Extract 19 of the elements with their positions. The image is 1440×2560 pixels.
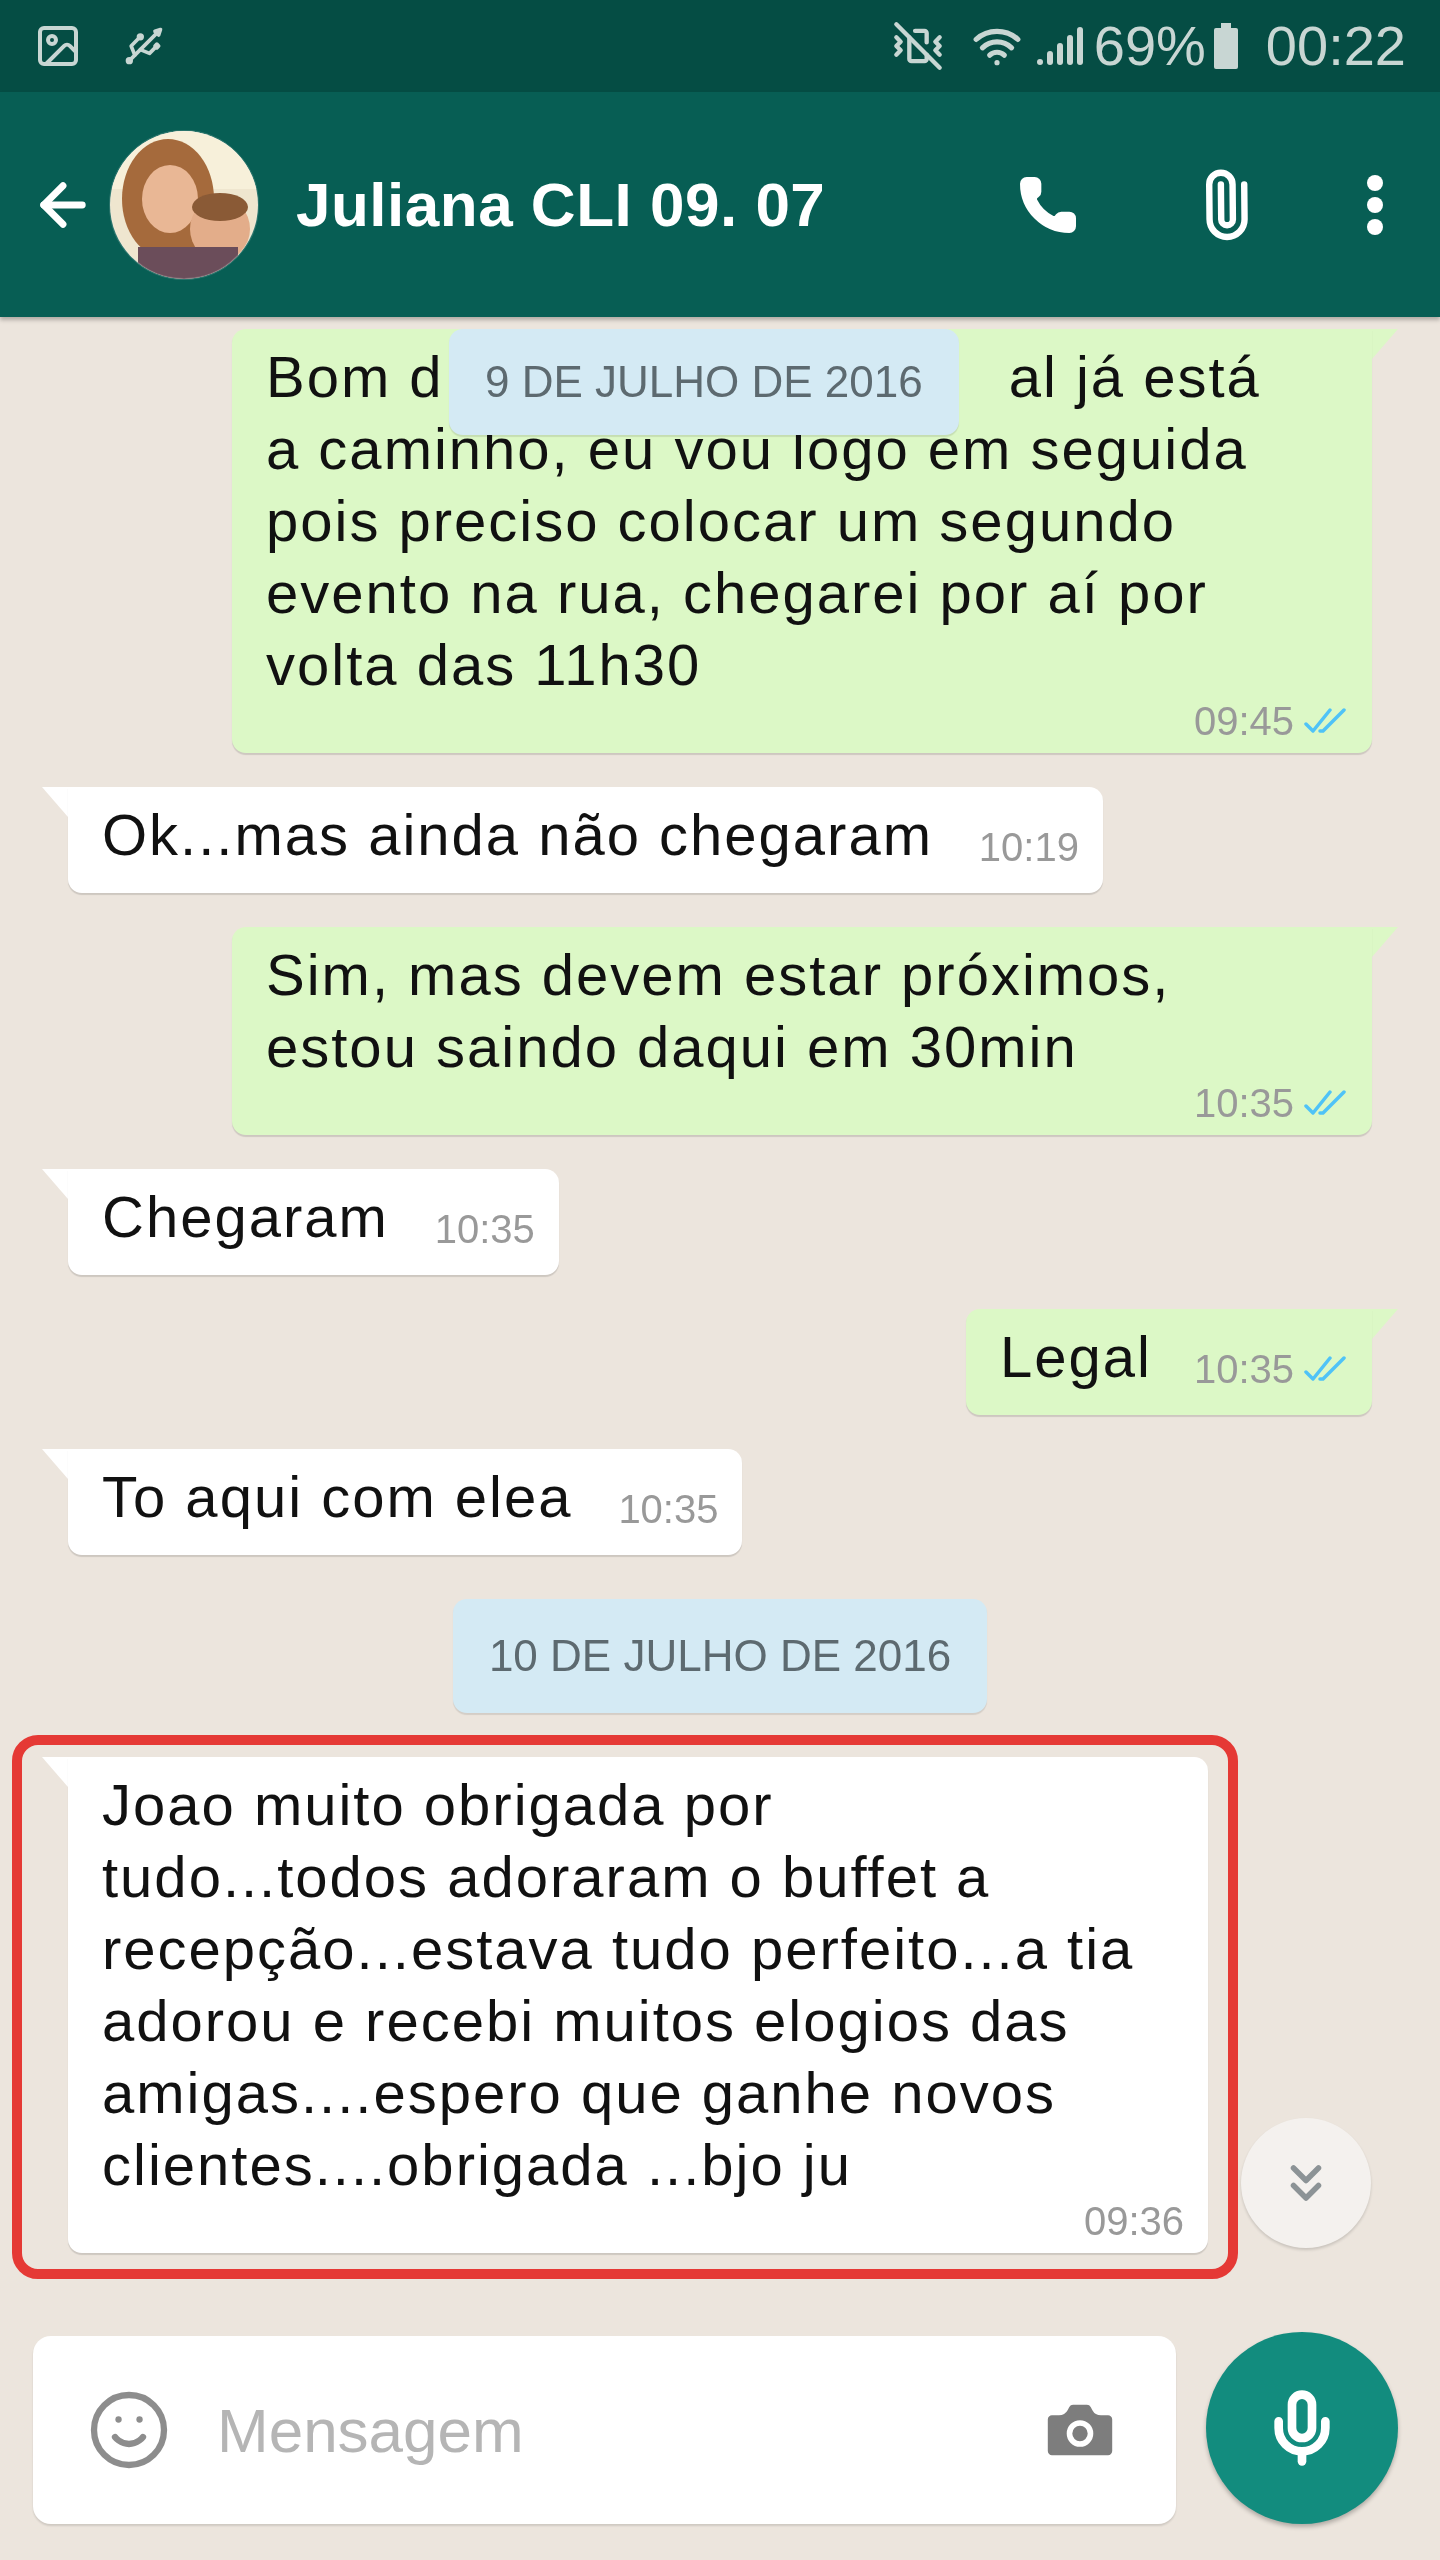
message-time: 10:19 [978, 824, 1079, 871]
message-text: To aqui com elea [102, 1463, 573, 1531]
message-text: Sim, mas devem estar próximos, estou saindo daqui em 30min [266, 941, 1172, 1081]
clock: 00:22 [1265, 13, 1406, 79]
floating-date-toast: 9 DE JULHO DE 2016 [449, 329, 959, 435]
message-time: 09:45 [1193, 698, 1294, 745]
message-text: Bom d [266, 343, 444, 411]
message-time: 10:35 [1193, 1346, 1294, 1393]
message-text: al já está [1008, 343, 1261, 411]
message-time: 10:35 [434, 1206, 535, 1253]
message-time: 10:35 [1193, 1080, 1294, 1127]
message-time: 09:36 [1083, 2198, 1184, 2245]
message-text: Chegaram [102, 1183, 389, 1251]
battery-percent: 69% [1093, 13, 1206, 79]
message-text: Legal [1000, 1323, 1152, 1391]
message-text: Joao muito obrigada por tudo...todos adoraram o buffet a recepção...estava tudo perfeito...a tia adorou e recebi muitos elogios das amigas....espero que ganhe novos clientes....obrigada ...bjo ju [102, 1771, 1136, 2199]
message-text: Ok...mas ainda não chegaram [102, 801, 933, 869]
date-chip: 10 DE JULHO DE 2016 [452, 1599, 988, 1713]
message-time: 10:35 [618, 1486, 719, 1533]
